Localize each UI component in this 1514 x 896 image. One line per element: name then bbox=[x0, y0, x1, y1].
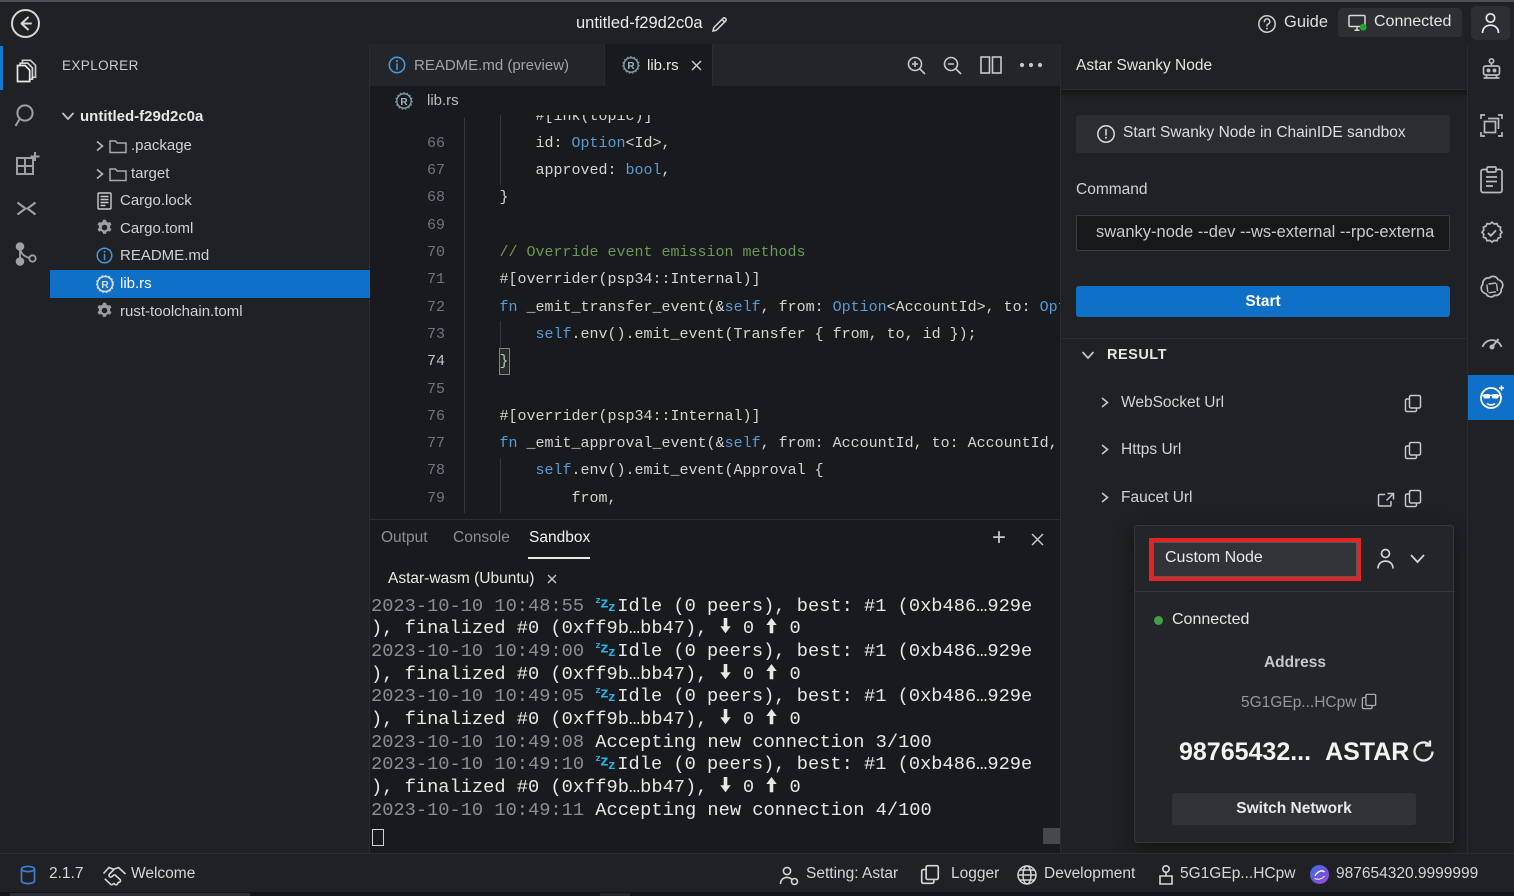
svg-text:R: R bbox=[627, 61, 635, 72]
svg-text:R: R bbox=[101, 279, 109, 291]
svg-text:R: R bbox=[400, 97, 408, 108]
